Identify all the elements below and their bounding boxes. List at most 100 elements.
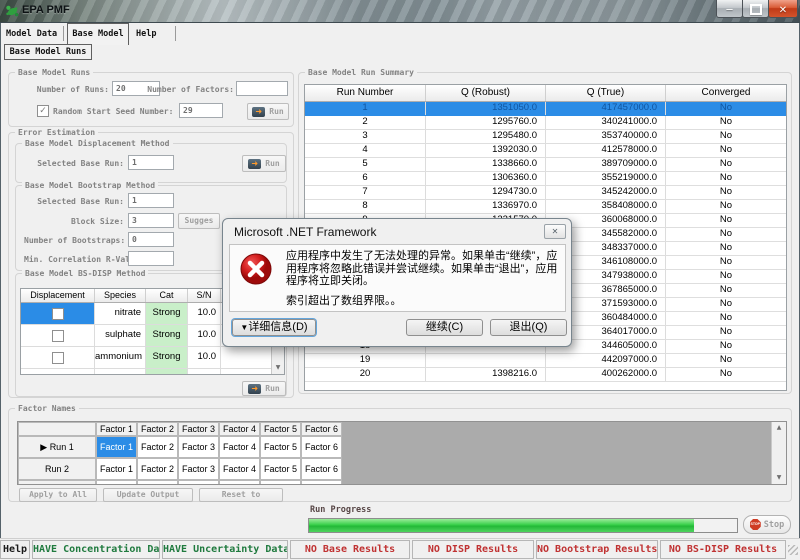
- column-header[interactable]: Cat: [146, 289, 188, 302]
- tab-model-data[interactable]: Model Data: [6, 29, 57, 39]
- bs-disp-row[interactable]: ammoniumStrong10.0: [21, 347, 284, 369]
- run-arrow-icon: ➜: [252, 107, 265, 117]
- factor-name-cell[interactable]: Factor 2: [137, 436, 178, 458]
- status-segment-no-bootstrap-results[interactable]: NO Bootstrap Results: [536, 540, 658, 559]
- column-header[interactable]: Converged: [666, 85, 786, 101]
- factor-column-header[interactable]: Factor 2: [137, 422, 178, 436]
- q-true-cell: 345242000.0: [546, 186, 666, 199]
- scroll-down-icon[interactable]: ▼: [772, 472, 786, 484]
- sn-cell: 10.0: [188, 369, 221, 375]
- summary-row[interactable]: 81336970.0358408000.0No: [305, 200, 786, 214]
- factor-name-cell[interactable]: Factor 1: [96, 458, 137, 480]
- quit-button[interactable]: 退出(Q): [490, 319, 567, 336]
- factor-name-cell[interactable]: Factor 5: [260, 458, 301, 480]
- column-header[interactable]: Q (Robust): [426, 85, 546, 101]
- column-header[interactable]: Q (True): [546, 85, 666, 101]
- details-button[interactable]: ▼详细信息(D): [232, 319, 316, 336]
- factor-name-cell[interactable]: Factor 5: [260, 436, 301, 458]
- update-output-button[interactable]: Update Output: [103, 488, 193, 502]
- seed-checkbox[interactable]: ✓: [37, 105, 49, 117]
- title-bar[interactable]: EPA PMF ─ ✕: [0, 0, 800, 23]
- base-run-button[interactable]: ➜ Run: [247, 103, 289, 120]
- summary-row[interactable]: 41392030.0412578000.0No: [305, 144, 786, 158]
- status-segment-no-base-results[interactable]: NO Base Results: [290, 540, 410, 559]
- factor-scrollbar[interactable]: ▲ ▼: [771, 422, 786, 484]
- displacement-checkbox[interactable]: [52, 374, 64, 375]
- column-header[interactable]: Displacement: [21, 289, 95, 302]
- factor-name-cell[interactable]: Factor 3: [178, 436, 219, 458]
- status-segment-no-bs-disp-results[interactable]: NO BS-DISP Results: [660, 540, 786, 559]
- status-bar: HelpHAVE Concentration DataHAVE Uncertai…: [0, 538, 800, 560]
- status-segment-help[interactable]: Help: [0, 540, 30, 559]
- scroll-up-icon[interactable]: ▲: [772, 422, 786, 434]
- apply-to-all-button[interactable]: Apply to All: [19, 488, 97, 502]
- bootstraps-field[interactable]: 0: [128, 232, 174, 247]
- bs-disp-row[interactable]: ECStrong10.0: [21, 369, 284, 375]
- summary-row[interactable]: 71294730.0345242000.0No: [305, 186, 786, 200]
- net-framework-error-dialog[interactable]: Microsoft .NET Framework ✕ 应用程序中发生了无法处理的…: [222, 218, 572, 347]
- factor-name-cell[interactable]: Factor 2: [137, 458, 178, 480]
- factor-column-header[interactable]: Factor 4: [219, 422, 260, 436]
- tab-help[interactable]: Help: [136, 29, 156, 39]
- factor-name-cell[interactable]: Factor 1: [96, 436, 137, 458]
- displacement-checkbox[interactable]: [52, 308, 64, 320]
- q-robust-cell: 1336970.0: [426, 200, 546, 213]
- maximize-button[interactable]: [742, 0, 769, 18]
- bootstrap-base-run-field[interactable]: 1: [128, 193, 174, 208]
- column-header[interactable]: Run Number: [305, 85, 426, 101]
- factor-name-cell[interactable]: Factor 6: [301, 436, 342, 458]
- factor-name-cell[interactable]: Factor 6: [301, 458, 342, 480]
- column-header[interactable]: Species: [95, 289, 146, 302]
- min-corr-label: Min. Correlation R-Value:: [24, 255, 124, 264]
- factor-name-cell[interactable]: Factor 3: [178, 458, 219, 480]
- factor-names-table[interactable]: Factor 1Factor 2Factor 3Factor 4Factor 5…: [17, 421, 787, 485]
- factor-name-cell: [260, 480, 301, 485]
- seed-field[interactable]: 29: [179, 103, 223, 118]
- disp-run-button[interactable]: ➜ Run: [242, 155, 286, 172]
- stop-button[interactable]: STOP Stop: [743, 515, 791, 534]
- status-segment-no-disp-results[interactable]: NO DISP Results: [412, 540, 534, 559]
- displacement-checkbox[interactable]: [52, 330, 64, 342]
- column-header[interactable]: S/N: [188, 289, 221, 302]
- factor-name-cell[interactable]: Factor 4: [219, 458, 260, 480]
- factor-column-header[interactable]: Factor 6: [301, 422, 342, 436]
- summary-row[interactable]: 51338660.0389709000.0No: [305, 158, 786, 172]
- status-segment-have-uncertainty-data[interactable]: HAVE Uncertainty Data: [162, 540, 288, 559]
- summary-row[interactable]: 11351050.0417457000.0No: [305, 102, 786, 116]
- factor-column-header[interactable]: Factor 5: [260, 422, 301, 436]
- summary-row[interactable]: 61306360.0355219000.0No: [305, 172, 786, 186]
- reset-button[interactable]: Reset to: [199, 488, 283, 502]
- factor-row-header[interactable]: ▶ Run 1: [18, 436, 96, 458]
- minimize-button[interactable]: ─: [716, 0, 743, 18]
- factor-column-header[interactable]: Factor 3: [178, 422, 219, 436]
- q-true-cell: 412578000.0: [546, 144, 666, 157]
- summary-row[interactable]: 21295760.0340241000.0No: [305, 116, 786, 130]
- run-arrow-icon: ➜: [248, 159, 261, 169]
- dialog-message-text: 应用程序中发生了无法处理的异常。如果单击“继续”，应用程序将忽略此错误并尝试继续…: [286, 250, 560, 288]
- displacement-checkbox[interactable]: [52, 352, 64, 364]
- maximize-icon: [750, 4, 762, 15]
- disp-base-run-field[interactable]: 1: [128, 155, 174, 170]
- tab-base-model[interactable]: Base Model: [67, 23, 129, 45]
- continue-button[interactable]: 继续(C): [406, 319, 483, 336]
- factor-name-cell[interactable]: Factor 4: [219, 436, 260, 458]
- summary-row[interactable]: 201398216.0400262000.0No: [305, 368, 786, 382]
- scroll-down-icon[interactable]: ▼: [272, 362, 284, 374]
- factor-column-header[interactable]: Factor 1: [96, 422, 137, 436]
- summary-row[interactable]: 19442097000.0No: [305, 354, 786, 368]
- number-of-factors-field[interactable]: [236, 81, 288, 96]
- block-size-field[interactable]: 3: [128, 213, 174, 228]
- bootstrap-base-run-label: Selected Base Run:: [24, 197, 124, 206]
- factor-row-header[interactable]: Run 2: [18, 458, 96, 480]
- status-segment-have-concentration-data[interactable]: HAVE Concentration Data: [32, 540, 160, 559]
- run-number-cell: 3: [305, 130, 426, 143]
- summary-row[interactable]: 31295480.0353740000.0No: [305, 130, 786, 144]
- displacement-cell: [21, 303, 95, 324]
- suggest-button[interactable]: Sugges: [178, 213, 220, 229]
- dialog-close-button[interactable]: ✕: [544, 224, 566, 239]
- bs-disp-run-button[interactable]: ➜ Run: [242, 381, 286, 396]
- min-corr-field[interactable]: [128, 251, 174, 266]
- close-button[interactable]: ✕: [768, 0, 798, 18]
- tab-base-model-runs[interactable]: Base Model Runs: [4, 44, 92, 60]
- resize-grip[interactable]: [788, 545, 798, 555]
